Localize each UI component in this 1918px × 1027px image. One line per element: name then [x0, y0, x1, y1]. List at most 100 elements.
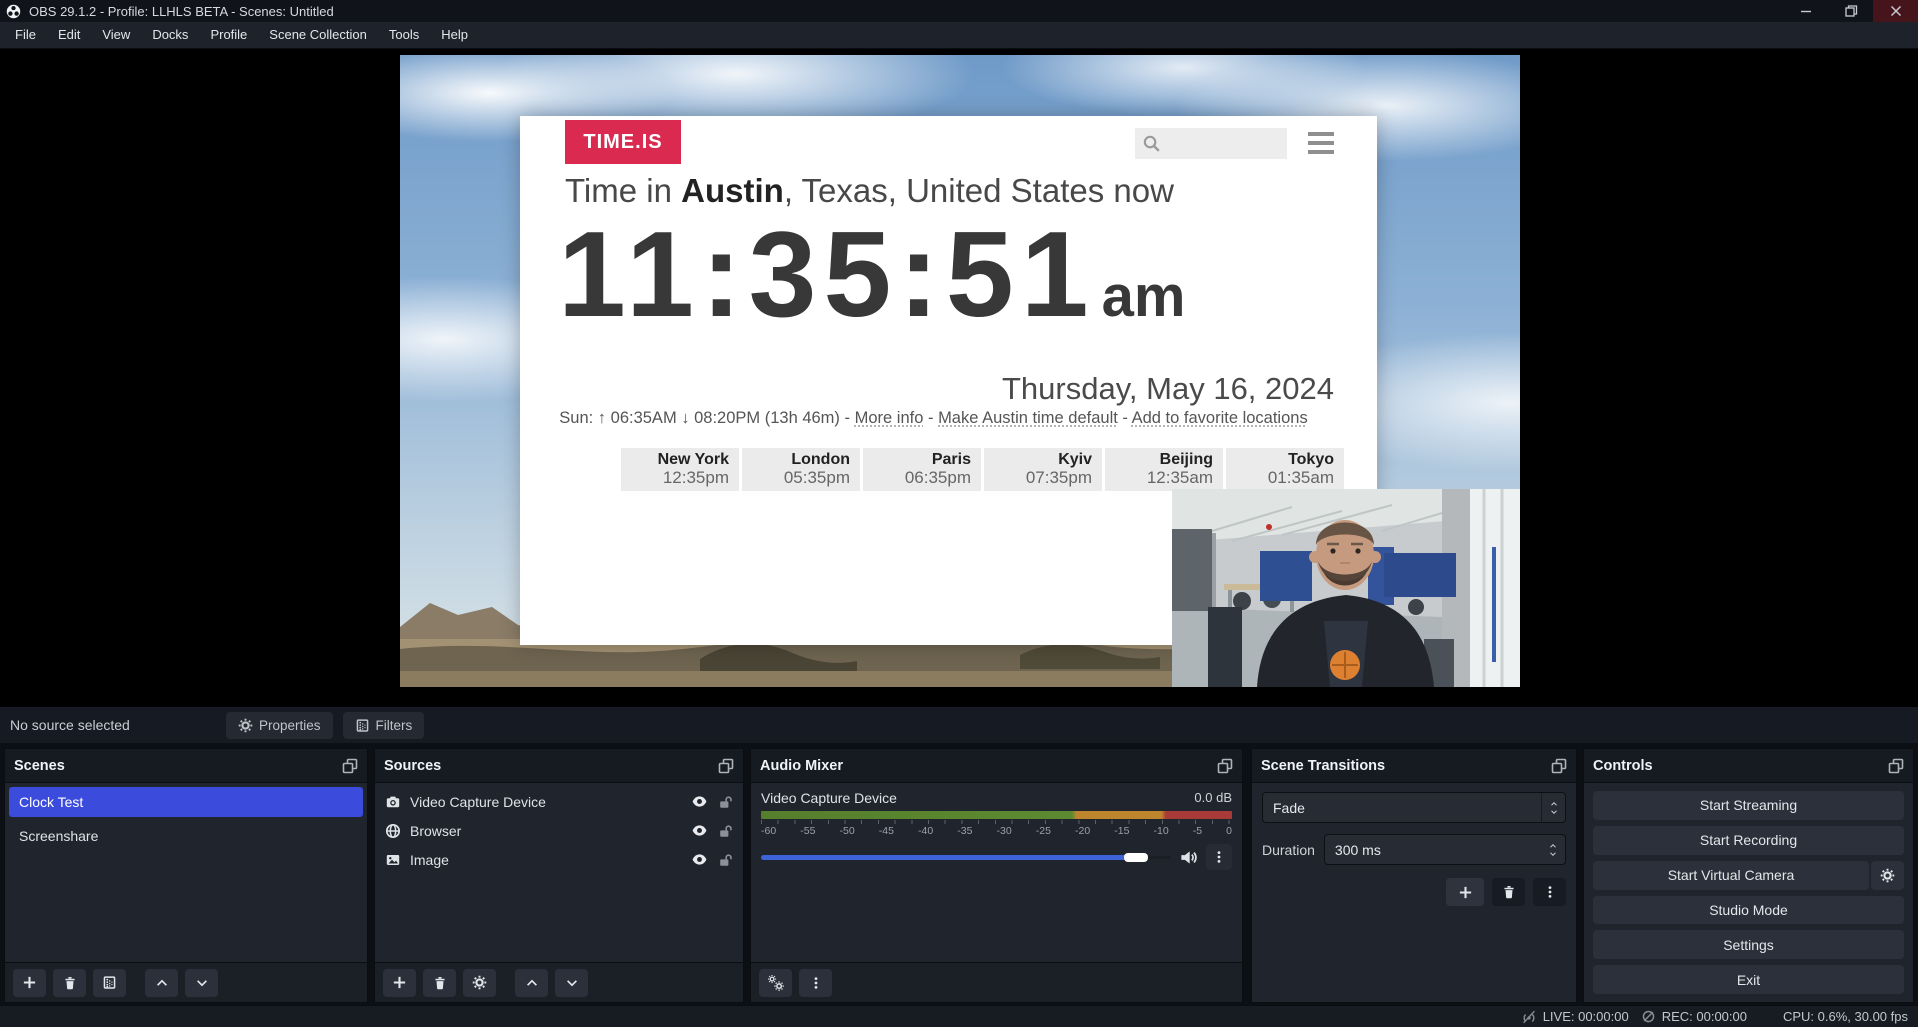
webcam-source-overlay[interactable] — [1172, 489, 1520, 687]
broadcast-off-icon — [1521, 1009, 1537, 1025]
title-bar: OBS 29.1.2 - Profile: LLHLS BETA - Scene… — [0, 0, 1918, 22]
camera-icon — [385, 794, 401, 810]
gear-icon — [238, 718, 253, 733]
dock-area: Scenes Clock Test Screenshare Sources — [0, 748, 1918, 1003]
chevron-down-icon — [565, 976, 579, 990]
clock-meridiem: am — [1102, 264, 1186, 329]
sources-title: Sources — [384, 758, 441, 774]
hamburger-menu-icon — [1308, 132, 1334, 154]
visibility-eye-icon[interactable] — [691, 851, 708, 868]
menu-file[interactable]: File — [4, 22, 47, 48]
remove-scene-button[interactable] — [53, 969, 86, 997]
visibility-eye-icon[interactable] — [691, 822, 708, 839]
speaker-icon[interactable] — [1179, 848, 1198, 867]
studio-mode-button[interactable]: Studio Mode — [1593, 896, 1904, 925]
timeis-city-table: New York12:35pm London05:35pm Paris06:35… — [621, 448, 1344, 491]
add-transition-button[interactable] — [1446, 878, 1484, 906]
menu-help[interactable]: Help — [430, 22, 479, 48]
add-favorite-link: Add to favorite locations — [1132, 409, 1308, 427]
lock-icon[interactable] — [717, 823, 733, 839]
menu-docks[interactable]: Docks — [141, 22, 199, 48]
menu-tools[interactable]: Tools — [378, 22, 430, 48]
popout-icon[interactable] — [1551, 758, 1567, 774]
filter-icon — [102, 975, 117, 990]
start-streaming-button[interactable]: Start Streaming — [1593, 791, 1904, 820]
close-button[interactable] — [1873, 0, 1918, 22]
city-cell: Beijing12:35am — [1105, 448, 1223, 491]
remove-source-button[interactable] — [423, 969, 456, 997]
maximize-button[interactable] — [1828, 0, 1873, 22]
plus-icon — [1458, 885, 1473, 900]
dots-vertical-icon — [1543, 885, 1557, 899]
lock-icon[interactable] — [717, 794, 733, 810]
trash-icon — [63, 976, 77, 990]
menu-scene-collection[interactable]: Scene Collection — [258, 22, 378, 48]
window-title: OBS 29.1.2 - Profile: LLHLS BETA - Scene… — [29, 4, 334, 19]
properties-button[interactable]: Properties — [226, 712, 333, 739]
source-row-image[interactable]: Image — [375, 845, 743, 874]
menu-edit[interactable]: Edit — [47, 22, 91, 48]
start-recording-button[interactable]: Start Recording — [1593, 826, 1904, 855]
scene-up-button[interactable] — [145, 969, 178, 997]
mixer-channel-menu-button[interactable] — [1206, 844, 1232, 870]
volume-slider-handle[interactable] — [1124, 853, 1148, 862]
advanced-audio-button[interactable] — [759, 969, 792, 997]
remove-transition-button[interactable] — [1492, 878, 1525, 906]
select-spinner[interactable] — [1541, 793, 1565, 822]
source-down-button[interactable] — [555, 969, 588, 997]
chevron-up-icon — [1549, 800, 1559, 808]
popout-icon[interactable] — [342, 758, 358, 774]
scene-filters-button[interactable] — [93, 969, 126, 997]
make-default-link: Make Austin time default — [938, 409, 1118, 427]
source-row-video-capture[interactable]: Video Capture Device — [375, 787, 743, 816]
program-canvas[interactable]: TIME.IS Time in Austin, Texas, United St… — [400, 55, 1520, 687]
plus-icon — [22, 975, 37, 990]
source-row-browser[interactable]: Browser — [375, 816, 743, 845]
duration-input[interactable]: 300 ms — [1324, 834, 1566, 865]
start-virtual-camera-button[interactable]: Start Virtual Camera — [1593, 861, 1869, 890]
source-properties-button[interactable] — [463, 969, 496, 997]
lock-icon[interactable] — [717, 852, 733, 868]
city-cell: New York12:35pm — [621, 448, 739, 491]
scene-item-screenshare[interactable]: Screenshare — [9, 821, 363, 851]
popout-icon[interactable] — [718, 758, 734, 774]
add-scene-button[interactable] — [13, 969, 46, 997]
magnifier-icon — [1142, 134, 1161, 153]
source-up-button[interactable] — [515, 969, 548, 997]
mixer-menu-button[interactable] — [799, 969, 832, 997]
meter-tick-marks — [761, 820, 1232, 824]
preview-area: TIME.IS Time in Austin, Texas, United St… — [0, 49, 1918, 707]
timeis-sun-info: Sun: ↑ 06:35AM ↓ 08:20PM (13h 46m) - Mor… — [520, 409, 1347, 428]
source-toolbar: No source selected Properties Filters — [0, 707, 1918, 743]
gear-icon — [1880, 868, 1895, 883]
exit-button[interactable]: Exit — [1593, 965, 1904, 994]
transition-menu-button[interactable] — [1533, 878, 1566, 906]
scene-down-button[interactable] — [185, 969, 218, 997]
menu-view[interactable]: View — [91, 22, 141, 48]
globe-icon — [385, 823, 401, 839]
visibility-eye-icon[interactable] — [691, 793, 708, 810]
popout-icon[interactable] — [1217, 758, 1233, 774]
scenes-panel: Scenes Clock Test Screenshare — [4, 748, 368, 1003]
menu-profile[interactable]: Profile — [199, 22, 258, 48]
image-icon — [385, 852, 401, 868]
virtual-camera-config-button[interactable] — [1871, 861, 1904, 890]
transition-select[interactable]: Fade — [1262, 792, 1566, 823]
trash-icon — [433, 976, 447, 990]
chevron-up-icon[interactable] — [1548, 842, 1558, 850]
plus-icon — [392, 975, 407, 990]
settings-button[interactable]: Settings — [1593, 930, 1904, 959]
menu-bar: File Edit View Docks Profile Scene Colle… — [0, 22, 1918, 49]
filters-button[interactable]: Filters — [343, 712, 425, 739]
volume-slider[interactable] — [761, 850, 1171, 864]
rec-timer: REC: 00:00:00 — [1662, 1009, 1747, 1024]
timeis-search-input — [1135, 128, 1287, 159]
popout-icon[interactable] — [1888, 758, 1904, 774]
chevron-up-icon — [155, 976, 169, 990]
chevron-down-icon — [195, 976, 209, 990]
minimize-button[interactable] — [1783, 0, 1828, 22]
scene-item-clock-test[interactable]: Clock Test — [9, 787, 363, 817]
audio-mixer-panel: Audio Mixer Video Capture Device 0.0 dB … — [750, 748, 1243, 1003]
add-source-button[interactable] — [383, 969, 416, 997]
chevron-down-icon[interactable] — [1548, 850, 1558, 858]
